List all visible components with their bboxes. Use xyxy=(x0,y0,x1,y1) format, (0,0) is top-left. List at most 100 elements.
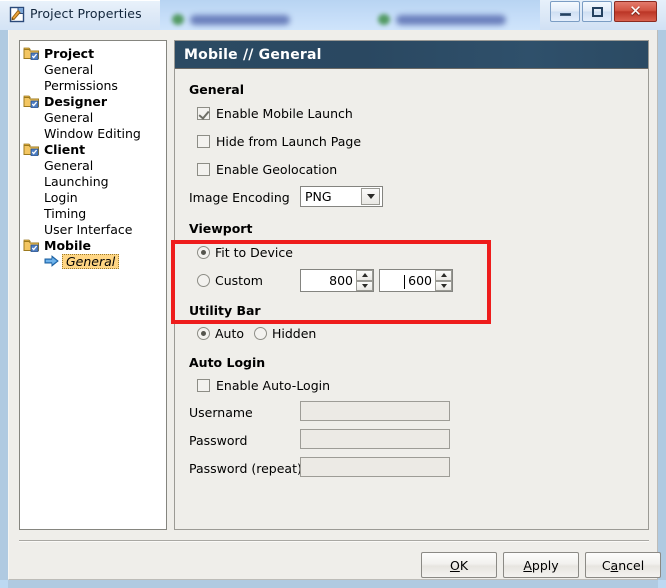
image-encoding-value: PNG xyxy=(301,189,361,204)
tree-item-client[interactable]: Client xyxy=(20,141,166,157)
checkbox-label: Enable Geolocation xyxy=(216,162,337,177)
tree-item-label: General xyxy=(44,62,93,77)
radio-label: Auto xyxy=(215,326,244,341)
label-username: Username xyxy=(189,405,253,420)
tree-item-client-user-interface[interactable]: User Interface xyxy=(20,221,166,237)
viewport-width-value[interactable]: 800 xyxy=(301,273,356,288)
spinner-up-icon[interactable] xyxy=(356,270,373,281)
folder-icon xyxy=(23,94,40,108)
spinner-up-icon[interactable] xyxy=(435,270,452,281)
panel-header: Mobile // General xyxy=(175,41,648,69)
spinner-buttons[interactable] xyxy=(435,270,452,291)
window-border-right xyxy=(658,0,666,588)
minimize-icon xyxy=(551,2,579,21)
folder-icon xyxy=(23,142,40,156)
apply-button[interactable]: Apply xyxy=(503,552,579,578)
checkbox-hide-from-launch-page[interactable]: Hide from Launch Page xyxy=(197,134,361,149)
spinner-down-icon[interactable] xyxy=(356,281,373,292)
maximize-button[interactable] xyxy=(582,1,612,22)
tree-item-project[interactable]: Project xyxy=(20,45,166,61)
radio-icon xyxy=(197,327,210,340)
tree-item-label: User Interface xyxy=(44,222,132,237)
blue-arrow-icon xyxy=(44,255,59,267)
checkbox-label: Hide from Launch Page xyxy=(216,134,361,149)
folder-icon xyxy=(23,238,40,252)
panel-title: Mobile // General xyxy=(184,47,322,63)
minimize-button[interactable] xyxy=(550,1,580,22)
tree-item-label: Timing xyxy=(44,206,86,221)
section-title-viewport: Viewport xyxy=(189,221,252,236)
section-title-utility-bar: Utility Bar xyxy=(189,303,261,318)
username-input[interactable] xyxy=(300,401,450,421)
password-repeat-input[interactable] xyxy=(300,457,450,477)
tree-item-project-permissions[interactable]: Permissions xyxy=(20,77,166,93)
radio-custom[interactable]: Custom xyxy=(197,273,263,288)
spinner-buttons[interactable] xyxy=(356,270,373,291)
tree-item-label: Client xyxy=(44,142,85,157)
tree-item-label: General xyxy=(44,110,93,125)
project-properties-window: Project Properties ✕ xyxy=(0,0,666,588)
panel-body: General Enable Mobile Launch Hide from L… xyxy=(175,69,648,529)
tree-item-client-launching[interactable]: Launching xyxy=(20,173,166,189)
window-border-bottom xyxy=(0,580,666,588)
close-button[interactable]: ✕ xyxy=(614,1,657,22)
tree-item-label: General xyxy=(62,254,119,269)
radio-utility-hidden[interactable]: Hidden xyxy=(254,326,316,341)
footer-separator xyxy=(19,540,649,542)
tree-item-mobile-general[interactable]: General xyxy=(20,253,166,269)
radio-fit-to-device[interactable]: Fit to Device xyxy=(197,245,293,260)
checkbox-icon xyxy=(197,107,210,120)
window-titlebar[interactable]: Project Properties ✕ xyxy=(0,0,666,30)
password-input[interactable] xyxy=(300,429,450,449)
maximize-icon xyxy=(583,2,611,21)
tree-item-mobile[interactable]: Mobile xyxy=(20,237,166,253)
checkbox-icon xyxy=(197,379,210,392)
tree-item-label: General xyxy=(44,158,93,173)
section-title-auto-login: Auto Login xyxy=(189,355,265,370)
checkbox-enable-mobile-launch[interactable]: Enable Mobile Launch xyxy=(197,106,353,121)
tree-item-client-login[interactable]: Login xyxy=(20,189,166,205)
close-icon: ✕ xyxy=(615,2,656,21)
folder-icon xyxy=(23,46,40,60)
tree-item-label: Window Editing xyxy=(44,126,141,141)
radio-icon xyxy=(197,274,210,287)
project-properties-icon xyxy=(9,6,25,23)
checkbox-icon xyxy=(197,135,210,148)
label-image-encoding: Image Encoding xyxy=(189,190,290,205)
radio-utility-auto[interactable]: Auto xyxy=(197,326,244,341)
settings-tree[interactable]: Project General Permissions Designer xyxy=(19,40,167,530)
settings-panel: Mobile // General General Enable Mobile … xyxy=(174,40,649,530)
apply-button-label: Apply xyxy=(523,558,558,573)
tree-item-client-general[interactable]: General xyxy=(20,157,166,173)
tree-item-designer[interactable]: Designer xyxy=(20,93,166,109)
tree-item-designer-window-editing[interactable]: Window Editing xyxy=(20,125,166,141)
label-password: Password xyxy=(189,433,247,448)
viewport-width-spinner[interactable]: 800 xyxy=(300,269,374,292)
radio-label: Custom xyxy=(215,273,263,288)
tree-item-label: Launching xyxy=(44,174,109,189)
ok-button[interactable]: OK xyxy=(421,552,497,578)
tree-item-label: Permissions xyxy=(44,78,118,93)
checkbox-enable-geolocation[interactable]: Enable Geolocation xyxy=(197,162,337,177)
tree-item-client-timing[interactable]: Timing xyxy=(20,205,166,221)
tree-item-label: Login xyxy=(44,190,78,205)
dialog-client-area: Project General Permissions Designer xyxy=(8,30,658,580)
viewport-height-value[interactable]: 600 xyxy=(380,273,435,288)
tree-item-label: Project xyxy=(44,46,94,61)
tree-item-label: Mobile xyxy=(44,238,91,253)
tree-item-designer-general[interactable]: General xyxy=(20,109,166,125)
viewport-height-spinner[interactable]: 600 xyxy=(379,269,453,292)
checkbox-icon xyxy=(197,163,210,176)
checkbox-label: Enable Auto-Login xyxy=(216,378,330,393)
spinner-down-icon[interactable] xyxy=(435,281,452,292)
ok-button-label: OK xyxy=(450,558,468,573)
chevron-down-icon[interactable] xyxy=(361,188,380,205)
image-encoding-dropdown[interactable]: PNG xyxy=(300,186,383,207)
radio-label: Hidden xyxy=(272,326,316,341)
radio-label: Fit to Device xyxy=(215,245,293,260)
cancel-button[interactable]: Cancel xyxy=(585,552,661,578)
tree-item-project-general[interactable]: General xyxy=(20,61,166,77)
checkbox-enable-auto-login[interactable]: Enable Auto-Login xyxy=(197,378,330,393)
radio-icon xyxy=(254,327,267,340)
label-password-repeat: Password (repeat) xyxy=(189,461,302,476)
